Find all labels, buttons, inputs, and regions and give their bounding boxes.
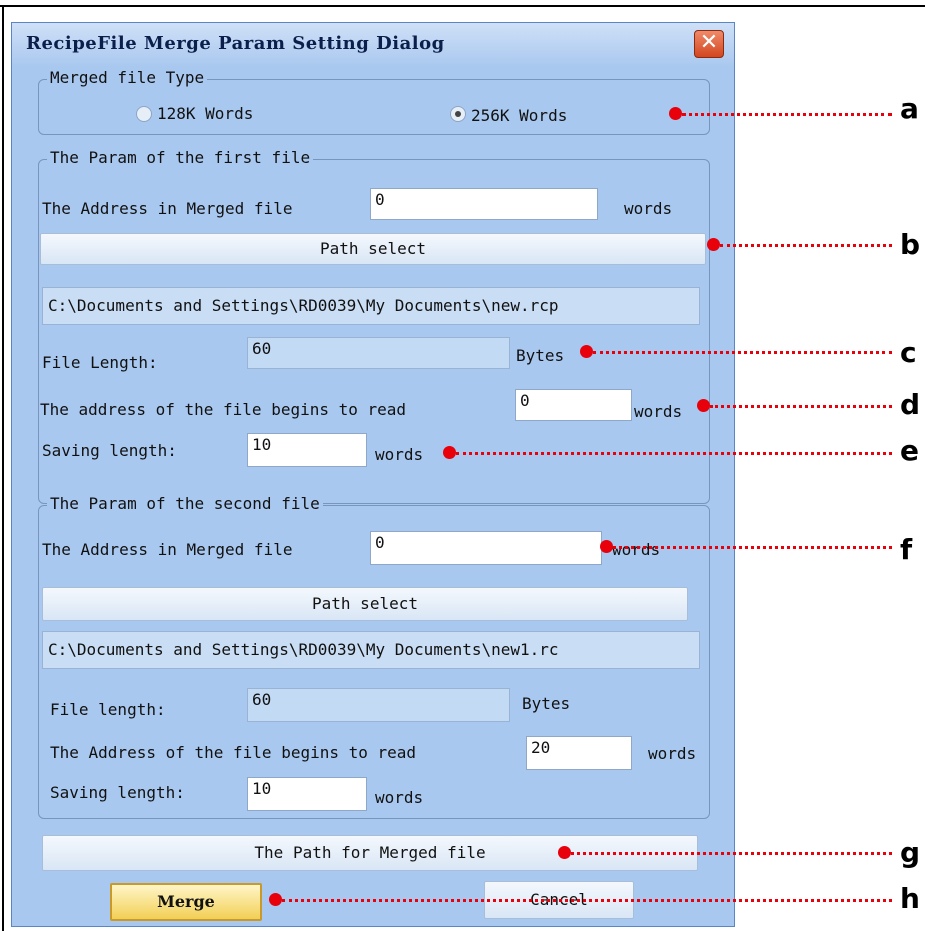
second-address-input[interactable]: 0: [370, 531, 602, 565]
first-read-input[interactable]: 0: [515, 389, 632, 421]
first-address-label: The Address in Merged file: [42, 199, 293, 218]
second-length-unit: Bytes: [522, 694, 571, 713]
second-length-field: 60: [247, 688, 510, 722]
first-length-unit: Bytes: [516, 346, 565, 365]
recipe-merge-dialog: RecipeFile Merge Param Setting Dialog ✕ …: [11, 22, 735, 927]
callout-b-letter: b: [900, 228, 921, 261]
first-path-field: C:\Documents and Settings\RD0039\My Docu…: [42, 287, 700, 325]
merge-button[interactable]: Merge: [110, 883, 262, 921]
radio-256k[interactable]: [450, 106, 466, 122]
callout-f-dot: [600, 540, 613, 553]
first-saving-label: Saving length:: [42, 441, 177, 460]
callout-e-line: [456, 452, 892, 455]
frame-left-line: [2, 5, 4, 931]
first-address-input[interactable]: 0: [370, 188, 598, 220]
merged-type-legend: Merged file Type: [47, 68, 208, 87]
title-bar: RecipeFile Merge Param Setting Dialog ✕: [12, 23, 734, 67]
second-address-unit: words: [612, 540, 661, 559]
frame-top-line: [0, 5, 925, 7]
callout-g-letter: g: [900, 836, 921, 869]
radio-128k-label: 128K Words: [157, 104, 254, 123]
callout-h-dot: [269, 893, 282, 906]
second-path-field: C:\Documents and Settings\RD0039\My Docu…: [42, 631, 700, 669]
first-saving-unit: words: [375, 445, 424, 464]
callout-e-letter: e: [900, 434, 919, 467]
callout-a-line: [682, 113, 892, 116]
radio-128k[interactable]: [136, 106, 152, 122]
first-length-label: File Length:: [42, 353, 158, 372]
callout-e-dot: [443, 446, 456, 459]
second-saving-input[interactable]: 10: [247, 777, 367, 811]
callout-a-letter: a: [900, 92, 919, 125]
close-icon: ✕: [699, 30, 719, 55]
first-address-unit: words: [624, 199, 673, 218]
callout-d-letter: d: [900, 388, 921, 421]
close-button[interactable]: ✕: [694, 30, 724, 58]
callout-f-letter: f: [900, 533, 913, 566]
callout-c-letter: c: [900, 336, 917, 369]
second-path-select-button[interactable]: Path select: [42, 587, 688, 621]
callout-b-line: [720, 244, 892, 247]
first-file-legend: The Param of the first file: [47, 148, 314, 167]
second-saving-unit: words: [375, 788, 424, 807]
radio-selected-dot: [455, 111, 461, 117]
dialog-title: RecipeFile Merge Param Setting Dialog: [26, 33, 445, 54]
second-address-label: The Address in Merged file: [42, 540, 293, 559]
callout-d-line: [710, 405, 892, 408]
first-read-unit: words: [634, 402, 683, 421]
callout-c-line: [593, 351, 892, 354]
callout-g-dot: [558, 846, 571, 859]
callout-a-dot: [669, 107, 682, 120]
first-read-label: The address of the file begins to read: [40, 400, 407, 419]
callout-c-dot: [580, 345, 593, 358]
callout-b-dot: [707, 238, 720, 251]
callout-f-line: [613, 546, 892, 549]
second-saving-label: Saving length:: [50, 783, 185, 802]
second-read-label: The Address of the file begins to read: [50, 743, 417, 762]
second-read-unit: words: [648, 744, 697, 763]
callout-g-line: [571, 852, 892, 855]
callout-h-letter: h: [900, 882, 920, 915]
second-read-input[interactable]: 20: [526, 736, 632, 770]
callout-h-line: [282, 899, 892, 902]
second-file-legend: The Param of the second file: [47, 494, 323, 513]
first-length-field: 60: [247, 337, 510, 369]
first-saving-input[interactable]: 10: [247, 433, 367, 467]
radio-256k-label: 256K Words: [471, 106, 568, 125]
first-path-select-button[interactable]: Path select: [40, 233, 706, 265]
second-length-label: File length:: [50, 700, 166, 719]
merged-type-group: Merged file Type 128K Words 256K Words: [38, 68, 710, 135]
callout-d-dot: [697, 399, 710, 412]
